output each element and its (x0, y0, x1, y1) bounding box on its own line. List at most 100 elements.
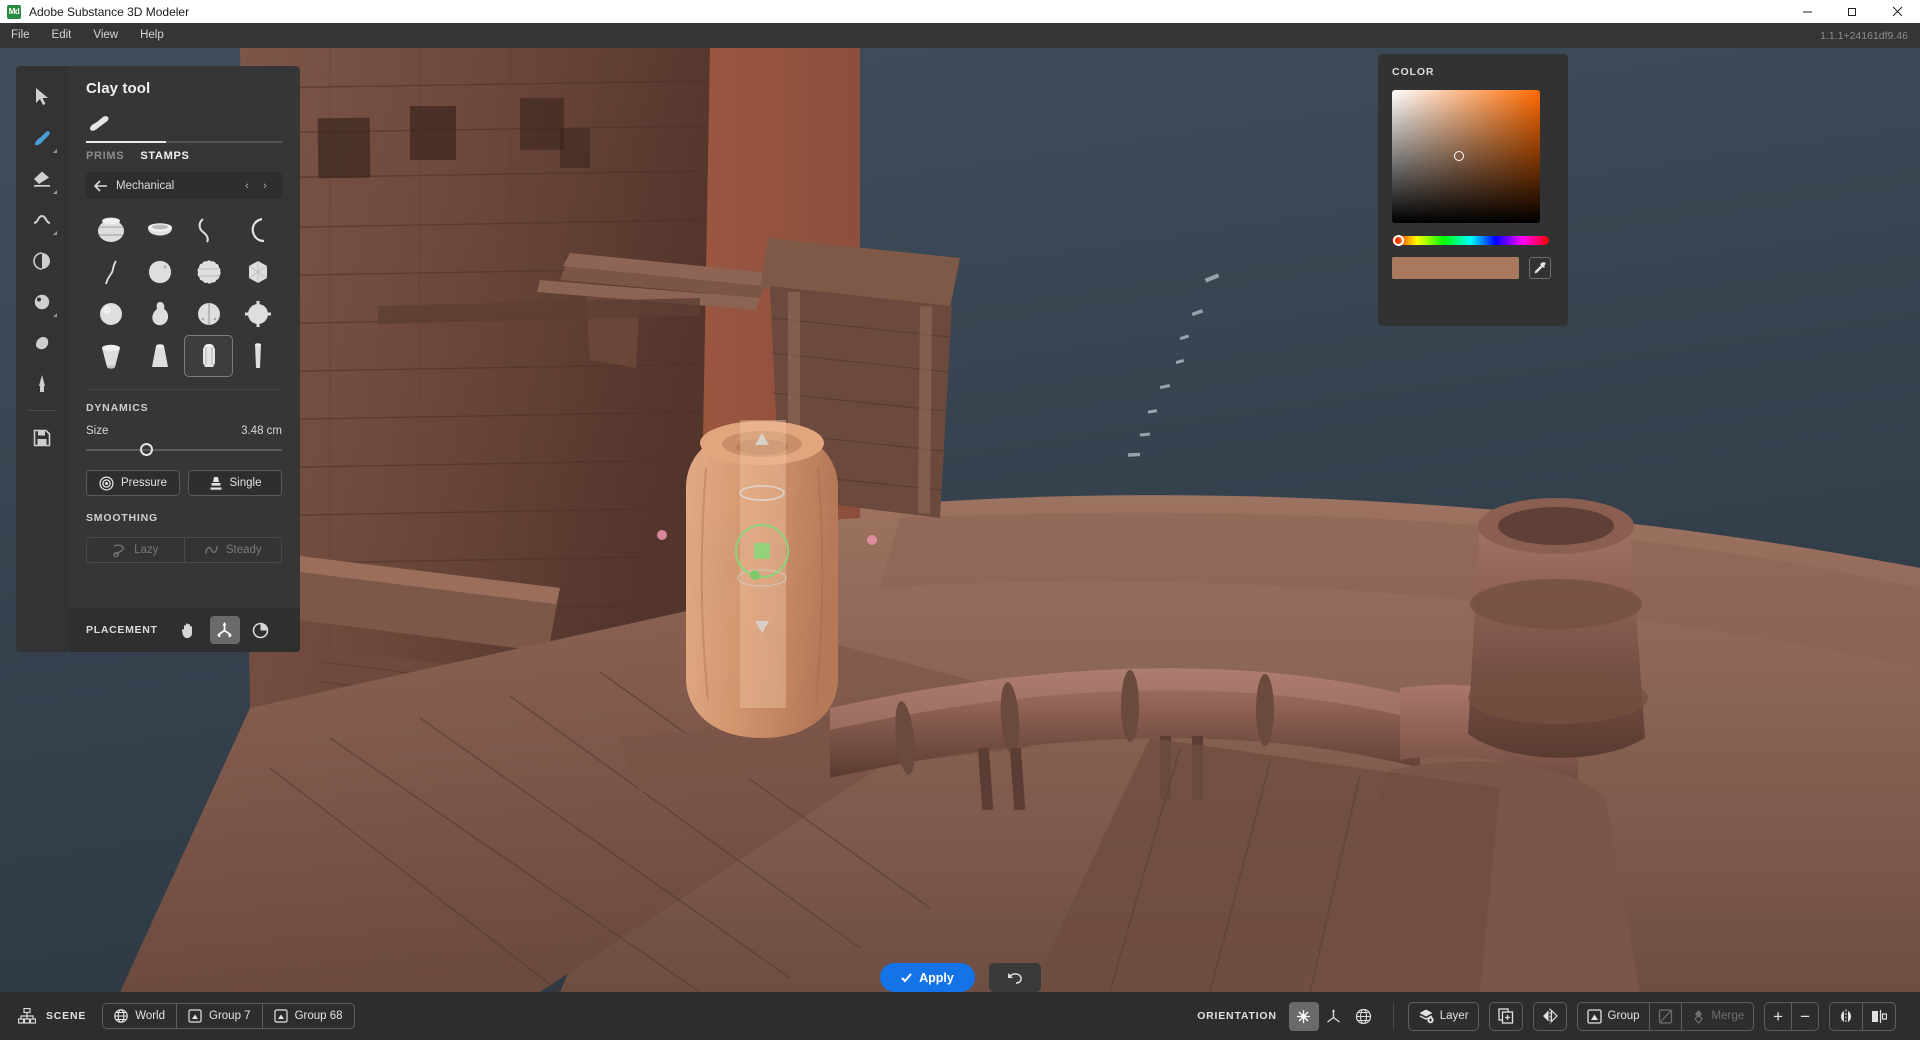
clay-tool[interactable] (22, 117, 62, 158)
brush-preview (86, 111, 282, 137)
menu-bar: File Edit View Help 1.1.1+24161df9.46 (0, 23, 1920, 48)
slider-knob[interactable] (140, 443, 153, 456)
stamp-pear[interactable] (135, 293, 184, 335)
chevron-right-icon[interactable]: › (256, 180, 274, 192)
group-label: Group (1608, 1010, 1640, 1022)
split-tool[interactable] (22, 240, 62, 281)
orientation-free[interactable] (1289, 1002, 1319, 1031)
select-tool[interactable] (22, 76, 62, 117)
group-icon (1587, 1009, 1602, 1024)
saturation-value-picker[interactable] (1392, 90, 1540, 223)
hue-slider[interactable] (1392, 236, 1549, 245)
sv-cursor[interactable] (1454, 151, 1464, 161)
mask-tool[interactable] (22, 322, 62, 363)
chevron-left-icon[interactable]: ‹ (238, 180, 256, 192)
hierarchy-icon (18, 1008, 36, 1024)
merge-icon (1691, 1009, 1706, 1024)
inflate-tool[interactable] (22, 281, 62, 322)
symmetry-button[interactable] (1830, 1003, 1863, 1030)
color-panel-title: COLOR (1392, 66, 1554, 78)
breadcrumb-item-group68[interactable]: Group 68 (263, 1004, 354, 1028)
stamp-faceted-sphere[interactable] (233, 251, 282, 293)
stamp-disc-notched[interactable] (184, 251, 233, 293)
duplicate-group (1489, 1002, 1523, 1031)
add-button[interactable]: + (1765, 1003, 1792, 1030)
stamp-rounded-blob[interactable] (135, 251, 184, 293)
mirror-button[interactable] (1534, 1003, 1566, 1030)
breadcrumb-item-group7[interactable]: Group 7 (177, 1004, 263, 1028)
paint-tool[interactable] (22, 363, 62, 404)
maximize-icon[interactable] (1830, 0, 1875, 23)
breadcrumb-label: World (135, 1010, 165, 1022)
tool-rail (16, 66, 68, 652)
mirror-icon (1542, 1008, 1558, 1024)
steady-icon (204, 543, 219, 557)
tool-options-corner-icon (53, 231, 57, 235)
stamp-capsule-ribbed[interactable] (86, 209, 135, 251)
scene-label: SCENE (46, 1010, 86, 1022)
layer-button[interactable]: Layer (1409, 1003, 1478, 1030)
back-arrow-icon[interactable] (94, 180, 112, 192)
ungroup-button[interactable] (1650, 1003, 1682, 1030)
stamp-cone-cup[interactable] (86, 335, 135, 377)
erase-tool[interactable] (22, 158, 62, 199)
placement-axis[interactable] (210, 616, 240, 644)
orientation-axis[interactable] (1319, 1002, 1349, 1031)
duplicate-button[interactable] (1490, 1003, 1522, 1030)
tab-bar: PRIMS STAMPS (86, 141, 282, 162)
stamp-tall-pin[interactable] (233, 335, 282, 377)
status-divider (1393, 1003, 1394, 1029)
tab-underline (86, 141, 282, 143)
pressure-button[interactable]: Pressure (86, 470, 180, 496)
merge-button[interactable]: Merge (1682, 1003, 1754, 1030)
stamp-sphere[interactable] (86, 293, 135, 335)
orientation-label: ORIENTATION (1197, 1010, 1277, 1022)
symmetry-icon (1838, 1009, 1854, 1024)
application-window: Md Adobe Substance 3D Modeler File Edit … (0, 0, 1920, 1040)
mirror-group (1533, 1002, 1567, 1031)
stamp-thin-curve[interactable] (86, 251, 135, 293)
menu-view[interactable]: View (82, 23, 129, 48)
minimize-icon[interactable] (1785, 0, 1830, 23)
close-icon[interactable] (1875, 0, 1920, 23)
tab-prims[interactable]: PRIMS (86, 150, 124, 162)
group-button[interactable]: Group (1578, 1003, 1650, 1030)
single-button[interactable]: Single (188, 470, 282, 496)
tab-stamps[interactable]: STAMPS (140, 150, 189, 162)
orientation-world[interactable] (1349, 1002, 1379, 1031)
stamp-barrel-column[interactable] (184, 335, 233, 377)
current-color-swatch[interactable] (1392, 257, 1519, 279)
lazy-button[interactable]: Lazy (86, 537, 185, 563)
hue-cursor[interactable] (1393, 235, 1404, 246)
smooth-tool[interactable] (22, 199, 62, 240)
rail-divider (27, 410, 57, 411)
menu-edit[interactable]: Edit (41, 23, 83, 48)
stamp-gear[interactable] (233, 293, 282, 335)
stamp-split-disc[interactable] (184, 293, 233, 335)
stamp-bowl[interactable] (135, 209, 184, 251)
breadcrumb-label: Group 68 (295, 1010, 343, 1022)
steady-button[interactable]: Steady (185, 537, 283, 563)
apply-button[interactable]: Apply (880, 963, 975, 992)
merge-label: Merge (1712, 1010, 1745, 1022)
check-icon (900, 971, 913, 984)
placement-rotate[interactable] (246, 616, 276, 644)
placement-pan[interactable] (174, 616, 204, 644)
swatch-row (1392, 257, 1554, 279)
symmetry-align-group (1829, 1002, 1896, 1031)
undo-button[interactable] (989, 963, 1041, 992)
save-tool[interactable] (22, 417, 62, 458)
size-slider[interactable] (86, 443, 282, 457)
stamp-bent-wire[interactable] (184, 209, 233, 251)
group-icon (188, 1009, 202, 1023)
breadcrumb-item-world[interactable]: World (103, 1004, 177, 1028)
eyedropper-icon[interactable] (1529, 257, 1551, 279)
align-button[interactable] (1863, 1003, 1895, 1030)
stamp-tapered-cylinder[interactable] (135, 335, 184, 377)
subtract-button[interactable]: − (1792, 1003, 1818, 1030)
title-bar: Md Adobe Substance 3D Modeler (0, 0, 1920, 23)
size-row: Size 3.48 cm (86, 425, 282, 437)
menu-file[interactable]: File (0, 23, 41, 48)
menu-help[interactable]: Help (129, 23, 175, 48)
stamp-hook[interactable] (233, 209, 282, 251)
